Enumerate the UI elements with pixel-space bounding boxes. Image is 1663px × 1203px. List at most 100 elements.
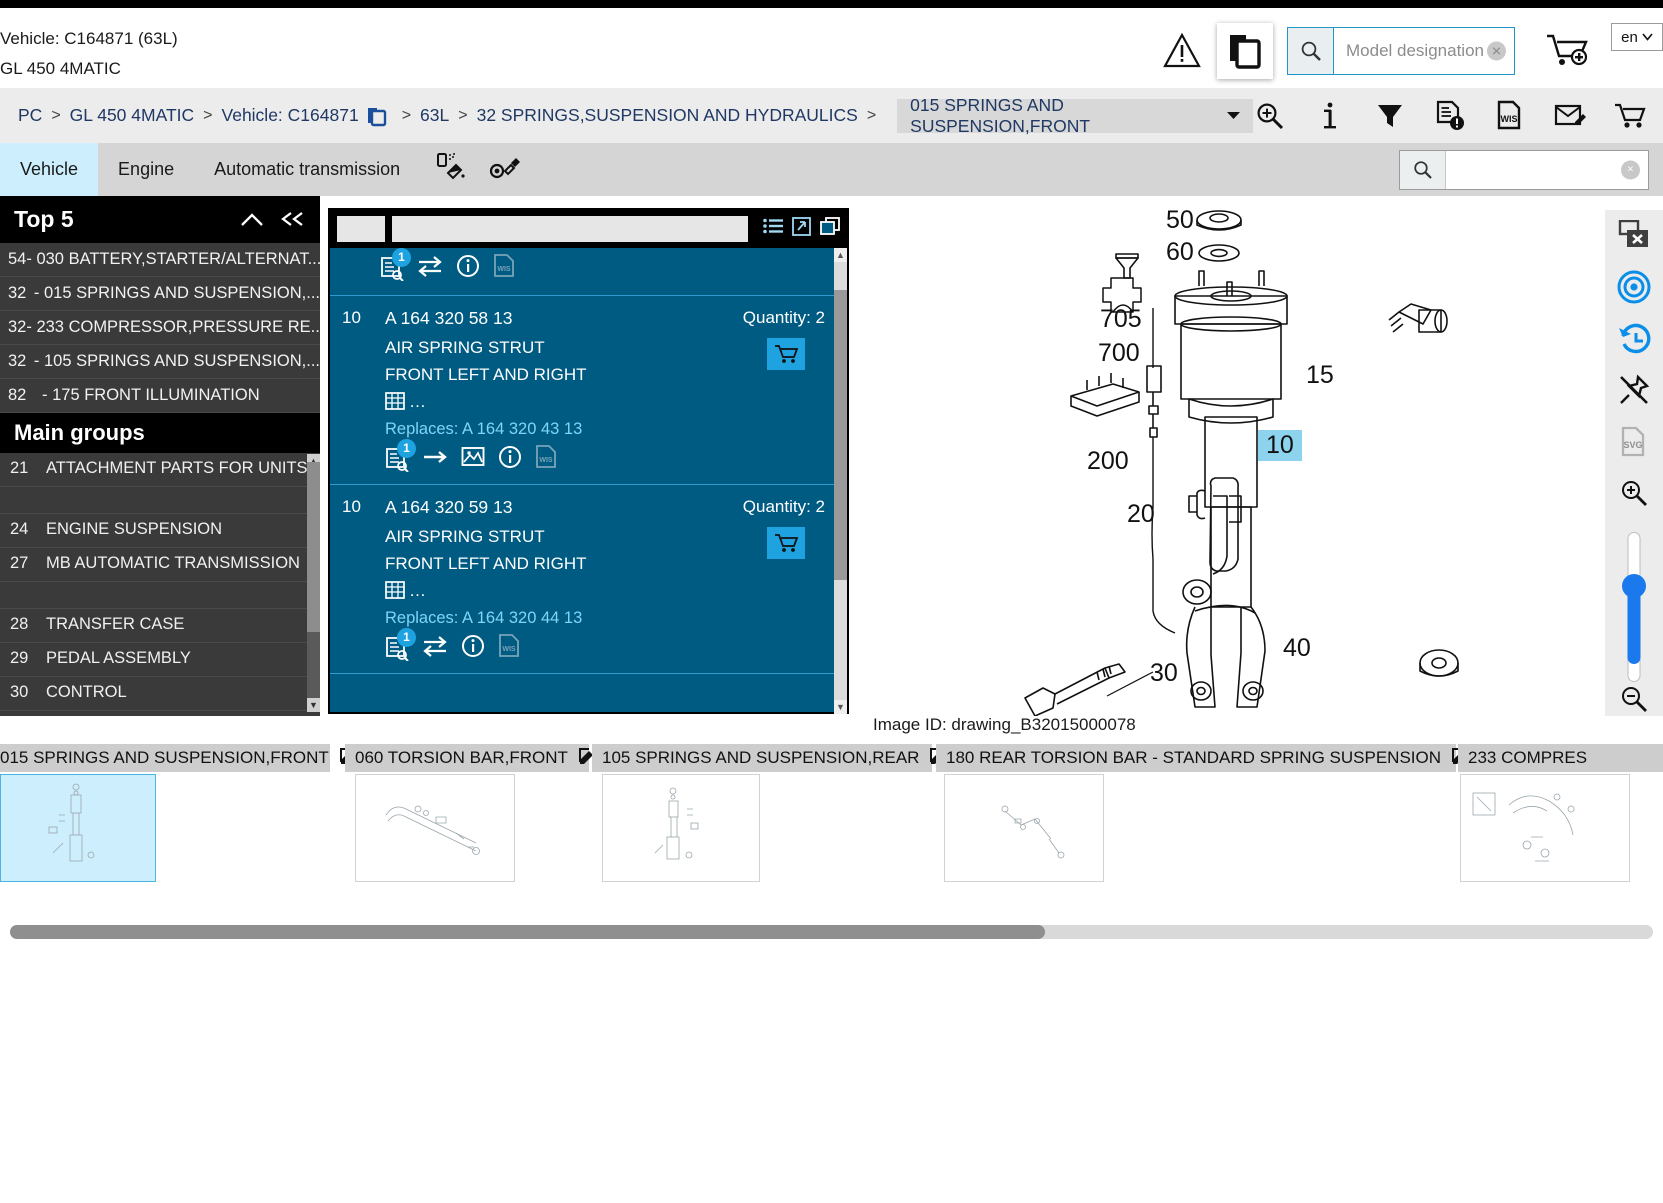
diagram-callout-60[interactable]: 60 <box>1166 238 1194 267</box>
zoom-slider-knob[interactable] <box>1622 574 1646 599</box>
diagram-callout-705[interactable]: 705 <box>1100 305 1142 334</box>
parts-list-body[interactable]: 1 WIS 10 A 164 320 58 13 AIR SPRING STRU… <box>330 248 847 714</box>
sidebar-item-maingroup-30[interactable]: 30 CONTROL <box>0 677 320 711</box>
thumbnail-image[interactable] <box>602 774 760 882</box>
diagram-callout-30[interactable]: 30 <box>1150 659 1178 688</box>
bolt-wheel-icon[interactable] <box>488 151 522 188</box>
diagram-callout-700[interactable]: 700 <box>1098 339 1140 368</box>
clear-icon[interactable]: × <box>1621 160 1640 179</box>
diagram-callout-10[interactable]: 10 <box>1258 430 1302 461</box>
parts-filter-small-box[interactable] <box>337 216 385 242</box>
parts-scroll-thumb[interactable] <box>834 290 847 580</box>
sidebar-item-top5-4[interactable]: 82 - 175 FRONT ILLUMINATION <box>0 379 320 413</box>
document-search-icon[interactable]: 1 <box>385 438 416 472</box>
language-selector[interactable]: en <box>1611 23 1663 51</box>
document-alert-icon[interactable] <box>1433 99 1467 133</box>
scroll-up-arrow-icon[interactable]: ▲ <box>834 248 847 262</box>
breadcrumb-item-vehicle[interactable]: Vehicle: C164871 <box>222 105 359 126</box>
info-icon[interactable] <box>1313 99 1347 133</box>
sidebar-item-top5-0[interactable]: 54 - 030 BATTERY,STARTER/ALTERNAT... <box>0 243 320 277</box>
breadcrumb-item-model[interactable]: GL 450 4MATIC <box>70 105 195 126</box>
email-edit-icon[interactable] <box>1553 99 1587 133</box>
exchange-arrows-icon[interactable] <box>417 255 443 282</box>
diagram-callout-20[interactable]: 20 <box>1127 500 1155 529</box>
duplicate-window-icon[interactable] <box>820 217 840 241</box>
sidebar-scroll-thumb[interactable] <box>307 462 320 632</box>
diagram-callout-40[interactable]: 40 <box>1283 634 1311 663</box>
svg-export-icon[interactable]: SVG <box>1615 425 1653 459</box>
sidebar-item-maingroup-27[interactable]: 27 MB AUTOMATIC TRANSMISSION <box>0 548 320 582</box>
sidebar-item-top5-2[interactable]: 32 - 233 COMPRESSOR,PRESSURE RE... <box>0 311 320 345</box>
scroll-down-arrow-icon[interactable]: ▼ <box>307 698 320 712</box>
close-window-icon[interactable] <box>1615 218 1653 252</box>
wis-document-icon[interactable]: WIS <box>535 445 557 474</box>
diagram-callout-200[interactable]: 200 <box>1087 447 1129 476</box>
parts-filter-input[interactable] <box>392 216 748 242</box>
history-undo-icon[interactable] <box>1615 322 1653 356</box>
parts-row-partial[interactable]: 1 WIS <box>330 248 847 296</box>
sidebar-scrollbar[interactable]: ▲ ▼ <box>307 454 320 712</box>
sidebar-item-top5-3[interactable]: 32 - 105 SPRINGS AND SUSPENSION,... <box>0 345 320 379</box>
add-part-to-cart-button[interactable] <box>767 527 805 559</box>
info-icon[interactable] <box>456 254 480 283</box>
part-table-expand[interactable]: … <box>385 392 707 412</box>
sidebar-item-maingroup-24[interactable]: 24 ENGINE SUSPENSION <box>0 514 320 548</box>
chevron-up-icon[interactable] <box>240 207 264 233</box>
part-search-field[interactable]: × <box>1446 151 1648 189</box>
thumbnail-image[interactable] <box>1460 774 1630 882</box>
tab-automatic-transmission[interactable]: Automatic transmission <box>194 143 420 196</box>
sidebar-item-top5-1[interactable]: 32 - 015 SPRINGS AND SUSPENSION,... <box>0 277 320 311</box>
filter-icon[interactable] <box>1373 99 1407 133</box>
add-part-to-cart-button[interactable] <box>767 338 805 370</box>
double-chevron-left-icon[interactable] <box>280 207 306 233</box>
part-search-input[interactable]: × <box>1399 149 1649 190</box>
zoom-slider[interactable] <box>1622 532 1646 683</box>
breadcrumb-item-63l[interactable]: 63L <box>420 105 449 126</box>
wis-document-icon[interactable]: WIS <box>498 634 520 663</box>
zoom-in-icon[interactable] <box>1253 99 1287 133</box>
document-search-icon[interactable]: 1 <box>380 248 411 281</box>
clear-icon[interactable]: × <box>1487 41 1506 61</box>
parts-scrollbar[interactable]: ▲ ▼ <box>834 248 847 714</box>
thumbnail-image[interactable] <box>355 774 515 882</box>
unpin-icon[interactable] <box>1615 374 1653 408</box>
sidebar-item-maingroup-28[interactable]: 28 TRANSFER CASE <box>0 609 320 643</box>
breadcrumb-item-pc[interactable]: PC <box>18 105 42 126</box>
list-view-icon[interactable] <box>763 218 783 241</box>
shopping-cart-icon[interactable] <box>1613 99 1647 133</box>
diagram-callout-50[interactable]: 50 <box>1166 206 1194 235</box>
info-icon[interactable] <box>498 445 522 474</box>
sidebar-item-maingroup-21[interactable]: 21 ATTACHMENT PARTS FOR UNITS <box>0 453 320 487</box>
image-icon[interactable] <box>461 446 485 473</box>
horizontal-scroll-thumb[interactable] <box>10 925 1045 939</box>
thumbnail-horizontal-scrollbar[interactable] <box>10 925 1653 939</box>
part-table-expand[interactable]: … <box>385 581 707 601</box>
parts-list-row[interactable]: 10 A 164 320 58 13 AIR SPRING STRUT FRON… <box>330 296 847 485</box>
parts-list-row[interactable]: 10 A 164 320 59 13 AIR SPRING STRUT FRON… <box>330 485 847 674</box>
wis-document-icon[interactable]: WIS <box>493 254 515 283</box>
thumbnail-item[interactable]: 105 SPRINGS AND SUSPENSION,REAR <box>592 744 945 882</box>
info-icon[interactable] <box>461 634 485 663</box>
copy-vehicle-icon[interactable] <box>366 105 388 127</box>
thumbnail-strip[interactable]: 015 SPRINGS AND SUSPENSION,FRONT 060 TOR… <box>0 744 1663 894</box>
sidebar-item-maingroup-29[interactable]: 29 PEDAL ASSEMBLY <box>0 643 320 677</box>
model-search-input-wrap[interactable]: Model designation × <box>1334 28 1514 74</box>
tab-engine[interactable]: Engine <box>98 143 194 196</box>
thumbnail-image[interactable] <box>0 774 156 882</box>
model-designation-search[interactable]: Model designation × <box>1287 27 1515 75</box>
paint-spray-icon[interactable] <box>434 151 468 188</box>
part-number[interactable]: A 164 320 59 13 <box>385 497 707 518</box>
tab-vehicle[interactable]: Vehicle <box>0 143 99 196</box>
target-icon[interactable] <box>1615 270 1653 304</box>
part-diagram-viewer[interactable] <box>853 196 1608 717</box>
thumbnail-item[interactable]: 233 COMPRES <box>1458 744 1663 882</box>
thumbnail-item[interactable]: 060 TORSION BAR,FRONT <box>345 744 593 882</box>
diagram-callout-15[interactable]: 15 <box>1306 361 1334 390</box>
wis-document-icon[interactable]: WIS <box>1493 99 1527 133</box>
copy-documents-icon[interactable] <box>1217 23 1273 79</box>
zoom-out-icon[interactable] <box>1615 682 1653 716</box>
warning-triangle-icon[interactable] <box>1159 28 1205 74</box>
zoom-in-icon[interactable] <box>1615 477 1653 511</box>
right-arrow-icon[interactable] <box>422 635 448 662</box>
document-search-icon[interactable]: 1 <box>385 627 416 661</box>
